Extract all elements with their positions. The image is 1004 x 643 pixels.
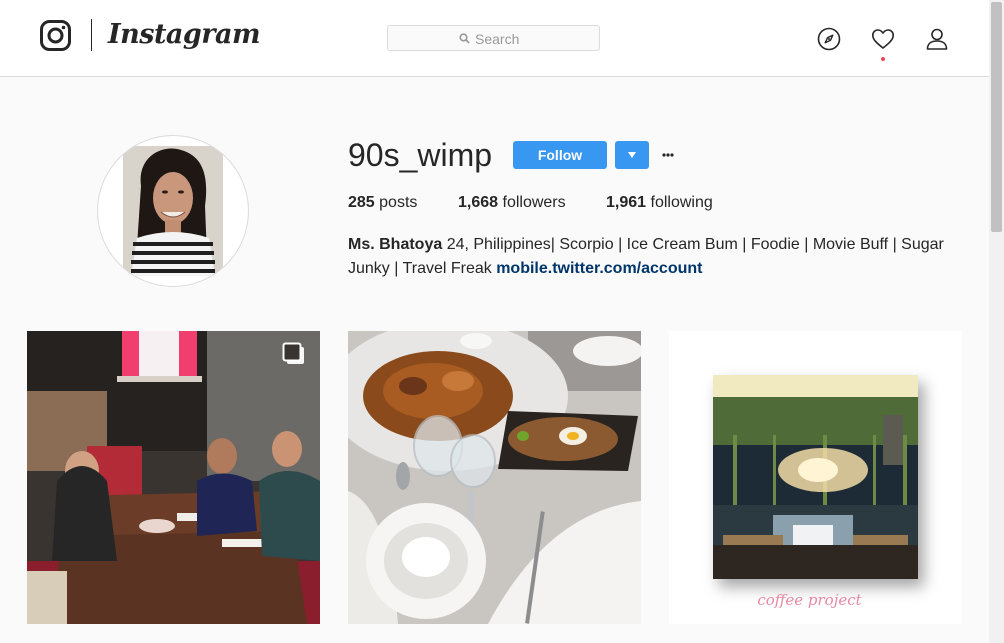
bio-website-link[interactable]: mobile.twitter.com/account	[496, 260, 702, 277]
top-navigation-bar: Instagram Search	[0, 0, 989, 77]
followers-count[interactable]: 1,668 followers	[458, 192, 566, 214]
person-icon[interactable]	[925, 27, 949, 51]
search-placeholder: Search	[475, 31, 520, 47]
scrollbar-thumb[interactable]	[991, 2, 1002, 232]
page-scrollbar[interactable]	[989, 0, 1004, 643]
post-thumbnail[interactable]	[348, 331, 641, 624]
followers-count-label: followers	[502, 194, 566, 211]
profile-avatar[interactable]	[97, 135, 249, 287]
following-count[interactable]: 1,961 following	[606, 192, 713, 214]
posts-count-value: 285	[348, 194, 375, 211]
profile-username: 90s_wimp	[348, 137, 493, 173]
bio-full-name: Ms. Bhatoya	[348, 236, 443, 253]
posts-count: 285 posts	[348, 192, 417, 214]
avatar-photo	[123, 146, 223, 276]
following-count-label: following	[650, 194, 713, 211]
instagram-wordmark[interactable]: Instagram	[108, 15, 261, 55]
cafe-photo-frame	[713, 375, 918, 579]
suggested-accounts-dropdown-button[interactable]	[615, 141, 649, 169]
post-thumbnail[interactable]	[27, 331, 320, 624]
followers-count-value: 1,668	[458, 194, 499, 211]
cafe-interior-image	[713, 375, 918, 579]
instagram-camera-icon[interactable]	[40, 20, 71, 51]
post-image-caption: coffee project	[757, 591, 862, 609]
post-thumbnail[interactable]: coffee project	[669, 331, 962, 624]
search-input[interactable]: Search	[387, 25, 600, 51]
follow-button[interactable]: Follow	[513, 141, 607, 169]
notification-dot	[881, 57, 885, 61]
compass-icon[interactable]	[817, 27, 841, 51]
heart-icon[interactable]	[871, 27, 895, 51]
following-count-value: 1,961	[606, 194, 647, 211]
search-icon	[459, 33, 470, 44]
caret-down-icon	[628, 152, 636, 158]
avatar-portrait-graphic	[123, 146, 223, 276]
group-photo-image	[27, 331, 320, 624]
food-photo-image	[348, 331, 641, 624]
profile-bio: Ms. Bhatoya 24, Philippines| Scorpio | I…	[348, 233, 958, 281]
more-options-icon[interactable]	[658, 141, 678, 169]
posts-count-label: posts	[379, 194, 418, 211]
multiple-photos-icon	[282, 342, 304, 364]
logo-divider	[91, 19, 92, 51]
